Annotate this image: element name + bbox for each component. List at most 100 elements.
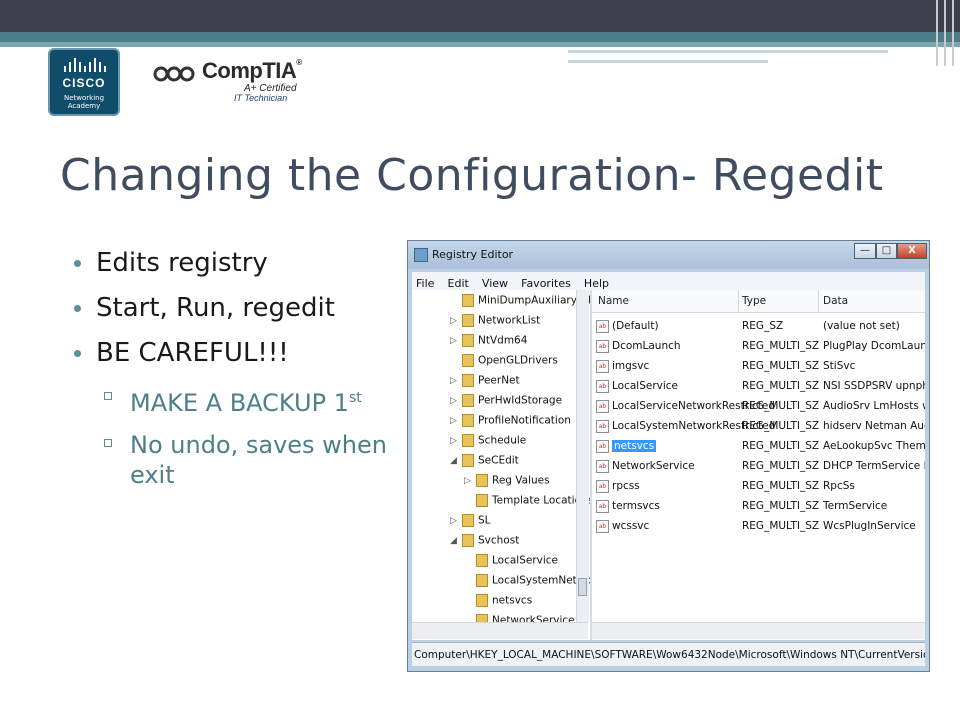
sub-bullet-square-icon xyxy=(104,439,112,447)
row-name: (Default) xyxy=(612,320,659,332)
expand-arrow-icon[interactable]: ▷ xyxy=(450,436,457,446)
row-type: REG_MULTI_SZ xyxy=(742,480,820,492)
folder-icon xyxy=(476,494,488,507)
sub-bullet-text: No undo, saves when exit xyxy=(130,431,387,489)
column-header-type[interactable]: Type xyxy=(742,295,766,307)
tree-item[interactable]: netsvcs xyxy=(476,594,532,614)
tree-item[interactable]: ◢ SeCEdit xyxy=(450,454,519,474)
comptia-name: CompTIA xyxy=(202,58,297,83)
tree-item[interactable]: LocalService xyxy=(476,554,558,574)
bullet-item: Start, Run, regedit xyxy=(74,293,394,323)
list-row[interactable]: ab (Default) REG_SZ (value not set) xyxy=(592,317,925,337)
tree-item-label: MiniDumpAuxiliaryDlls xyxy=(478,294,592,307)
folder-icon xyxy=(462,374,474,387)
decor-line xyxy=(568,60,768,63)
sub-bullet-item: MAKE A BACKUP 1st xyxy=(74,383,394,418)
tree-item[interactable]: ▷ Reg Values xyxy=(464,474,550,494)
top-bar xyxy=(0,0,960,32)
list-row[interactable]: ab LocalSystemNetworkRestricted REG_MULTI_… xyxy=(592,417,925,437)
tree-item[interactable]: OpenGLDrivers xyxy=(462,354,558,374)
list-row[interactable]: ab wcssvc REG_MULTI_SZ WcsPlugInService xyxy=(592,517,925,537)
expand-arrow-icon[interactable]: ▷ xyxy=(450,416,457,426)
tree-item-label: NetworkList xyxy=(478,314,541,327)
decor-vertical-line xyxy=(952,0,954,66)
scrollbar-thumb[interactable] xyxy=(578,578,587,596)
list-row[interactable]: ab termsvcs REG_MULTI_SZ TermService xyxy=(592,497,925,517)
string-value-icon: ab xyxy=(596,500,609,513)
tree-item[interactable]: ▷ PerHwIdStorage xyxy=(450,394,563,414)
folder-icon xyxy=(462,514,474,527)
row-type: REG_MULTI_SZ xyxy=(742,500,820,512)
tree-item[interactable]: ▷ SL xyxy=(450,514,491,534)
row-name: rpcss xyxy=(612,480,640,492)
tree-item[interactable]: ▷ NetworkList xyxy=(450,314,541,334)
slide-title: Changing the Configuration- Regedit xyxy=(60,150,884,201)
row-type: REG_MULTI_SZ xyxy=(742,360,820,372)
list-header: Name Type Data xyxy=(592,290,925,313)
column-separator[interactable] xyxy=(738,290,739,312)
tree-item[interactable]: MiniDumpAuxiliaryDlls xyxy=(462,294,592,314)
tree-item-label: LocalService xyxy=(492,554,559,567)
row-type: REG_MULTI_SZ xyxy=(742,460,820,472)
tree-item[interactable]: LocalSystemNetwor xyxy=(476,574,590,594)
row-data: DHCP TermService DN xyxy=(823,460,925,472)
tree-item-label: Schedule xyxy=(478,434,527,447)
maximize-button[interactable]: □ xyxy=(876,243,897,259)
cisco-subtitle-line2: Academy xyxy=(67,102,101,110)
row-name: imgsvc xyxy=(612,360,650,372)
list-row[interactable]: ab NetworkService REG_MULTI_SZ DHCP TermSer… xyxy=(592,457,925,477)
tree-item-label: netsvcs xyxy=(492,594,533,607)
row-data: AeLookupSvc Themes xyxy=(823,440,925,452)
window-body: MiniDumpAuxiliaryDlls ▷ NetworkList ▷ NtVd… xyxy=(412,290,925,640)
expand-arrow-icon[interactable]: ▷ xyxy=(450,336,457,346)
tree-vertical-scrollbar[interactable] xyxy=(576,290,589,622)
tree-item[interactable]: Template Locations xyxy=(476,494,590,514)
tree-item[interactable]: ▷ Schedule xyxy=(450,434,527,454)
list-row[interactable]: ab LocalService REG_MULTI_SZ NSI SSDPSRV up… xyxy=(592,377,925,397)
column-header-data[interactable]: Data xyxy=(823,295,848,307)
decor-vertical-line xyxy=(944,0,946,66)
collapse-arrow-icon[interactable]: ◢ xyxy=(450,536,457,546)
tree-item[interactable]: ◢ Svchost xyxy=(450,534,519,554)
decor-line xyxy=(568,50,888,53)
list-horizontal-scrollbar[interactable] xyxy=(592,622,925,639)
bullet-text: Start, Run, regedit xyxy=(96,293,335,323)
bullet-text: BE CAREFUL!!! xyxy=(96,338,289,368)
expand-arrow-icon[interactable]: ▷ xyxy=(450,376,457,386)
expand-arrow-icon[interactable]: ▷ xyxy=(450,396,457,406)
close-button[interactable]: X xyxy=(897,243,927,259)
collapse-arrow-icon[interactable]: ◢ xyxy=(450,456,457,466)
list-row[interactable]: ab DcomLaunch REG_MULTI_SZ PlugPlay DcomLau… xyxy=(592,337,925,357)
tree-horizontal-scrollbar[interactable] xyxy=(412,622,588,639)
folder-icon xyxy=(462,394,474,407)
window-titlebar: Registry Editor — □ X xyxy=(408,241,929,269)
list-row-selected[interactable]: abnetsvcs REG_MULTI_SZAeLookupSvc Themes xyxy=(592,437,925,457)
string-value-icon: ab xyxy=(596,520,609,533)
expand-arrow-icon[interactable]: ▷ xyxy=(464,476,471,486)
list-row[interactable]: ab LocalServiceNetworkRestricted REG_MULTI… xyxy=(592,397,925,417)
minimize-button[interactable]: — xyxy=(854,243,876,259)
column-separator[interactable] xyxy=(818,290,819,312)
cisco-subtitle: Networking Academy xyxy=(50,94,118,110)
string-value-icon: ab xyxy=(596,400,609,413)
list-row[interactable]: ab rpcss REG_MULTI_SZ RpcSs xyxy=(592,477,925,497)
column-header-name[interactable]: Name xyxy=(598,295,629,307)
expand-arrow-icon[interactable]: ▷ xyxy=(450,516,457,526)
string-value-icon: ab xyxy=(596,340,609,353)
folder-icon xyxy=(462,434,474,447)
tree-item[interactable]: ▷ PeerNet xyxy=(450,374,520,394)
string-value-icon: ab xyxy=(596,480,609,493)
folder-icon xyxy=(476,594,488,607)
row-data: (value not set) xyxy=(823,320,900,332)
registry-editor-icon xyxy=(414,248,428,262)
tree-item-label: NtVdm64 xyxy=(478,334,528,347)
tree-item-label: Reg Values xyxy=(492,474,550,487)
expand-arrow-icon[interactable]: ▷ xyxy=(450,316,457,326)
tree-item[interactable]: ▷ NtVdm64 xyxy=(450,334,528,354)
tree-item[interactable]: ▷ ProfileNotification xyxy=(450,414,571,434)
tree-item-label: PerHwIdStorage xyxy=(478,394,563,407)
menu-bar: File Edit View Favorites Help xyxy=(412,272,925,290)
list-row[interactable]: ab imgsvc REG_MULTI_SZ StiSvc xyxy=(592,357,925,377)
cisco-networking-academy-logo: CISCO Networking Academy xyxy=(48,48,120,116)
row-data: PlugPlay DcomLaunch xyxy=(823,340,925,352)
